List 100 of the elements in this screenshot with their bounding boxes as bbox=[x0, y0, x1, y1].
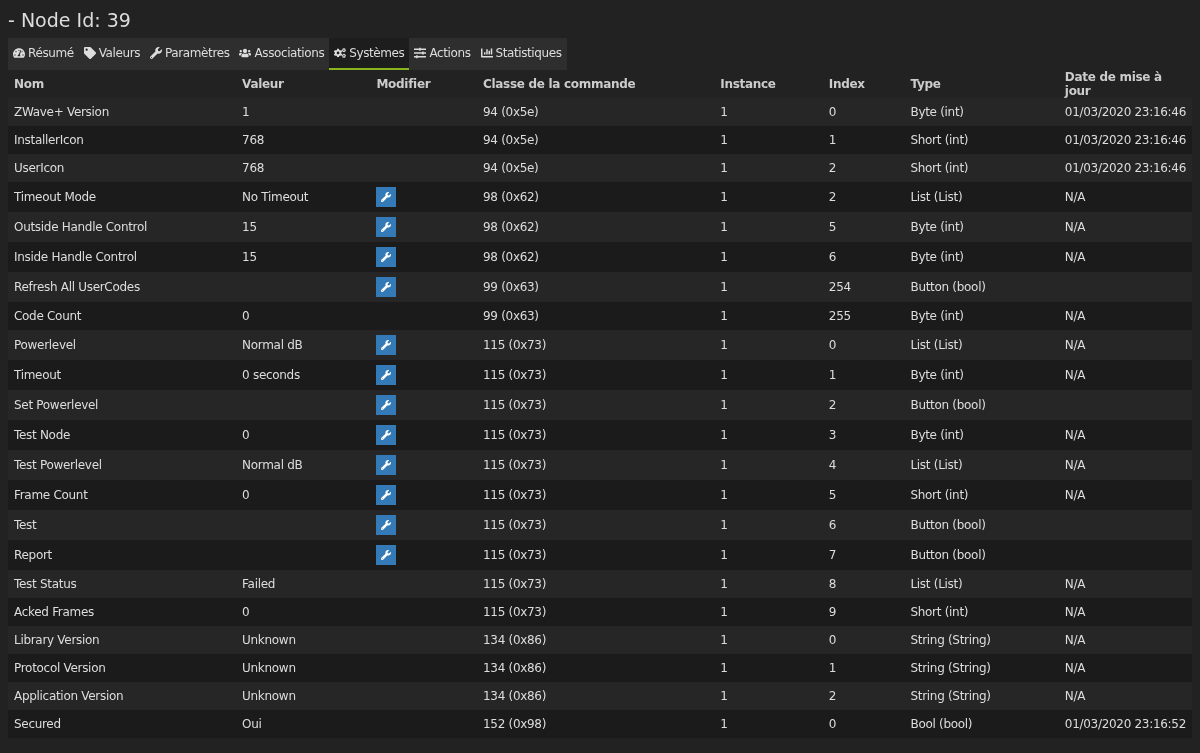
table-cell: Powerlevel bbox=[8, 330, 237, 360]
cogs-icon bbox=[334, 47, 347, 59]
tab[interactable]: Actions bbox=[409, 38, 476, 70]
table-cell: N/A bbox=[1058, 212, 1192, 242]
table-cell: Button (bool) bbox=[904, 540, 1059, 570]
table-cell: 15 bbox=[236, 242, 371, 272]
table-cell: List (List) bbox=[904, 570, 1059, 598]
edit-button[interactable] bbox=[376, 455, 397, 475]
tab[interactable]: Associations bbox=[234, 38, 330, 70]
column-header: Type bbox=[904, 70, 1059, 98]
table-cell: 0 bbox=[822, 98, 905, 126]
table-cell: Byte (int) bbox=[904, 98, 1059, 126]
table-cell: 94 (0x5e) bbox=[477, 126, 715, 154]
table-cell: Outside Handle Control bbox=[8, 212, 237, 242]
table-cell: Inside Handle Control bbox=[8, 242, 237, 272]
table-cell: Library Version bbox=[8, 626, 237, 654]
table-cell: 8 bbox=[822, 570, 905, 598]
edit-button[interactable] bbox=[376, 335, 397, 355]
table-cell: Normal dB bbox=[236, 450, 371, 480]
table-cell: 2 bbox=[822, 390, 905, 420]
table-cell: 1 bbox=[714, 420, 823, 450]
table-cell: List (List) bbox=[904, 182, 1059, 212]
wrench-icon bbox=[381, 550, 392, 560]
wrench-icon bbox=[381, 490, 392, 500]
table-cell: 254 bbox=[822, 272, 905, 302]
table-cell: 134 (0x86) bbox=[477, 654, 715, 682]
table-cell: 2 bbox=[822, 154, 905, 182]
table-cell: 115 (0x73) bbox=[477, 480, 715, 510]
table-cell: 94 (0x5e) bbox=[477, 154, 715, 182]
edit-button[interactable] bbox=[376, 277, 397, 297]
table-cell: Short (int) bbox=[904, 126, 1059, 154]
table-cell: Byte (int) bbox=[904, 360, 1059, 390]
edit-button[interactable] bbox=[376, 515, 397, 535]
table-cell: 01/03/2020 23:16:46 bbox=[1058, 98, 1192, 126]
edit-button[interactable] bbox=[376, 485, 397, 505]
table-cell: 115 (0x73) bbox=[477, 450, 715, 480]
table-cell: N/A bbox=[1058, 182, 1192, 212]
tab[interactable]: Valeurs bbox=[78, 38, 146, 70]
table-cell: N/A bbox=[1058, 302, 1192, 330]
table-cell: 15 bbox=[236, 212, 371, 242]
table-cell: 1 bbox=[714, 570, 823, 598]
table-cell: N/A bbox=[1058, 450, 1192, 480]
table-cell: 1 bbox=[714, 182, 823, 212]
bar-chart-icon bbox=[480, 47, 493, 59]
table-cell: 1 bbox=[714, 272, 823, 302]
column-header: Valeur bbox=[236, 70, 371, 98]
table-cell: 152 (0x98) bbox=[477, 710, 715, 738]
table-cell: Button (bool) bbox=[904, 272, 1059, 302]
table-cell: 2 bbox=[822, 682, 905, 710]
table-cell: 01/03/2020 23:16:46 bbox=[1058, 126, 1192, 154]
wrench-icon bbox=[381, 282, 392, 292]
tab[interactable]: Résumé bbox=[8, 38, 79, 70]
table-cell: Test Node bbox=[8, 420, 237, 450]
edit-button[interactable] bbox=[376, 247, 397, 267]
table-cell: Protocol Version bbox=[8, 654, 237, 682]
table-cell: Short (int) bbox=[904, 598, 1059, 626]
table-cell: 115 (0x73) bbox=[477, 570, 715, 598]
table-cell: 1 bbox=[714, 654, 823, 682]
table-cell: 1 bbox=[714, 626, 823, 654]
table-cell: N/A bbox=[1058, 598, 1192, 626]
edit-button[interactable] bbox=[376, 545, 397, 565]
wrench-icon bbox=[381, 460, 392, 470]
tab[interactable]: Statistiques bbox=[475, 38, 567, 70]
table-cell: 01/03/2020 23:16:52 bbox=[1058, 710, 1192, 738]
table-cell: 1 bbox=[714, 360, 823, 390]
edit-button[interactable] bbox=[376, 217, 397, 237]
table-cell: List (List) bbox=[904, 330, 1059, 360]
table-cell: 115 (0x73) bbox=[477, 390, 715, 420]
tag-icon bbox=[83, 47, 96, 59]
table-cell: 1 bbox=[822, 126, 905, 154]
table-cell: Unknown bbox=[236, 654, 371, 682]
table-cell: 0 bbox=[822, 330, 905, 360]
wrench-icon bbox=[381, 430, 392, 440]
edit-button[interactable] bbox=[376, 187, 397, 207]
tab[interactable]: Systèmes bbox=[329, 38, 410, 70]
table-cell: Frame Count bbox=[8, 480, 237, 510]
wrench-icon bbox=[150, 47, 163, 59]
table-cell: 1 bbox=[714, 98, 823, 126]
edit-button[interactable] bbox=[376, 425, 397, 445]
table-cell: Unknown bbox=[236, 682, 371, 710]
table-cell: 1 bbox=[236, 98, 371, 126]
table-cell: 5 bbox=[822, 480, 905, 510]
table-cell: Short (int) bbox=[904, 154, 1059, 182]
table-cell: 6 bbox=[822, 242, 905, 272]
table-cell: 0 bbox=[822, 710, 905, 738]
edit-button[interactable] bbox=[376, 365, 397, 385]
table-cell: Report bbox=[8, 540, 237, 570]
table-cell: N/A bbox=[1058, 330, 1192, 360]
table-cell: N/A bbox=[1058, 654, 1192, 682]
table-cell: 134 (0x86) bbox=[477, 682, 715, 710]
table-cell: Normal dB bbox=[236, 330, 371, 360]
table-cell: 98 (0x62) bbox=[477, 182, 715, 212]
table-cell: 4 bbox=[822, 450, 905, 480]
table-cell: 5 bbox=[822, 212, 905, 242]
table-cell: String (String) bbox=[904, 626, 1059, 654]
edit-button[interactable] bbox=[376, 395, 397, 415]
tab[interactable]: Paramètres bbox=[145, 38, 235, 70]
table-cell: 115 (0x73) bbox=[477, 330, 715, 360]
table-cell: Short (int) bbox=[904, 480, 1059, 510]
table-cell: 134 (0x86) bbox=[477, 626, 715, 654]
